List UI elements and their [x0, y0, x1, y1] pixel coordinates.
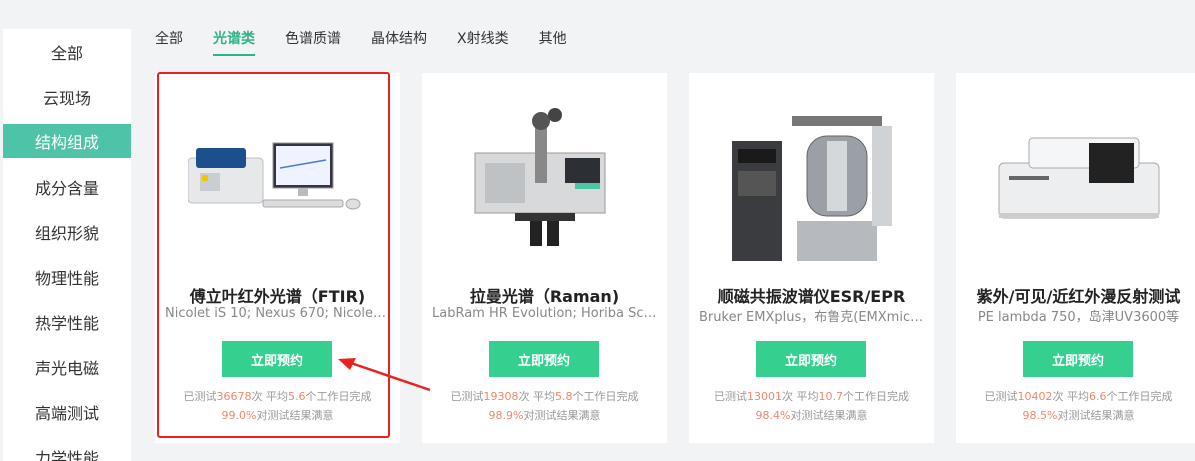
book-now-button[interactable]: 立即预约: [489, 341, 599, 377]
sidebar-item-advanced[interactable]: 高端测试: [3, 389, 131, 434]
book-now-button[interactable]: 立即预约: [756, 341, 866, 377]
instrument-models: PE lambda 750，岛津UV3600等: [977, 310, 1180, 325]
avg-days: 5.6: [288, 390, 306, 403]
satisfaction: 98.5%对测试结果满意: [1022, 409, 1135, 422]
test-stats: 已测试10402次 平均6.6个工作日完成: [984, 390, 1173, 403]
subcategory-tabs: 全部 光谱类 色谱质谱 晶体结构 X射线类 其他: [155, 26, 597, 56]
instrument-name: 拉曼光谱（Raman): [469, 287, 620, 306]
instrument-models: LabRam HR Evolution; Horiba Scientific: [432, 306, 657, 321]
satisfaction: 98.9%对测试结果满意: [488, 409, 601, 422]
satisfaction: 99.0%对测试结果满意: [221, 409, 334, 422]
arrow-annotation-icon: [338, 358, 431, 392]
sidebar-item-thermal[interactable]: 热学性能: [3, 299, 131, 344]
instrument-card-raman[interactable]: 拉曼光谱（Raman) LabRam HR Evolution; Horiba …: [422, 73, 667, 443]
instrument-name: 顺磁共振波谱仪ESR/EPR: [717, 287, 906, 306]
avg-days: 10.7: [818, 390, 844, 403]
uv-vis-spectrophotometer-icon: [976, 83, 1181, 273]
tab-all[interactable]: 全部: [155, 26, 183, 56]
avg-days: 5.8: [555, 390, 573, 403]
tested-count: 19308: [483, 390, 519, 403]
instrument-models: Nicolet iS 10; Nexus 670; Nicolet iS50: [165, 306, 390, 321]
instrument-card-uv-vis[interactable]: 紫外/可见/近红外漫反射测试 PE lambda 750，岛津UV3600等 立…: [956, 73, 1195, 443]
tab-chromatography-ms[interactable]: 色谱质谱: [285, 26, 341, 56]
tested-count: 13001: [747, 390, 782, 403]
tested-count: 36678: [216, 390, 252, 403]
book-now-button[interactable]: 立即预约: [1023, 341, 1133, 377]
sidebar-item-morphology[interactable]: 组织形貌: [3, 209, 131, 254]
tab-other[interactable]: 其他: [539, 26, 567, 56]
instrument-models: Bruker EMXplus，布鲁克(EMXmicro): [699, 310, 924, 325]
test-stats: 已测试13001次 平均10.7个工作日完成: [714, 390, 909, 403]
satisfaction: 98.4%对测试结果满意: [755, 409, 868, 422]
instrument-name: 傅立叶红外光谱（FTIR): [189, 287, 366, 306]
sidebar-item-composition[interactable]: 成分含量: [3, 164, 131, 209]
instrument-name: 紫外/可见/近红外漫反射测试: [976, 287, 1181, 306]
category-sidebar: 全部 云现场 结构组成 成分含量 组织形貌 物理性能 热学性能 声光电磁 高端测…: [3, 29, 131, 461]
sidebar-item-structure[interactable]: 结构组成: [3, 124, 131, 158]
sidebar-item-mechanical[interactable]: 力学性能: [3, 434, 131, 461]
test-stats: 已测试19308次 平均5.8个工作日完成: [450, 390, 639, 403]
instrument-card-epr[interactable]: 顺磁共振波谱仪ESR/EPR Bruker EMXplus，布鲁克(EMXmic…: [689, 73, 934, 443]
sidebar-item-physical[interactable]: 物理性能: [3, 254, 131, 299]
raman-microscope-icon: [442, 83, 647, 273]
book-now-button[interactable]: 立即预约: [222, 341, 332, 377]
avg-days: 6.6: [1089, 390, 1107, 403]
sidebar-item-cloud-site[interactable]: 云现场: [3, 74, 131, 119]
ftir-spectrometer-icon: [175, 83, 380, 273]
sidebar-item-all[interactable]: 全部: [3, 29, 131, 74]
tested-count: 10402: [1017, 390, 1053, 403]
tab-xray[interactable]: X射线类: [457, 26, 509, 56]
tab-spectroscopy[interactable]: 光谱类: [213, 26, 255, 56]
epr-spectrometer-icon: [709, 83, 914, 273]
sidebar-item-acoustic-optical[interactable]: 声光电磁: [3, 344, 131, 389]
tab-crystal-structure[interactable]: 晶体结构: [371, 26, 427, 56]
